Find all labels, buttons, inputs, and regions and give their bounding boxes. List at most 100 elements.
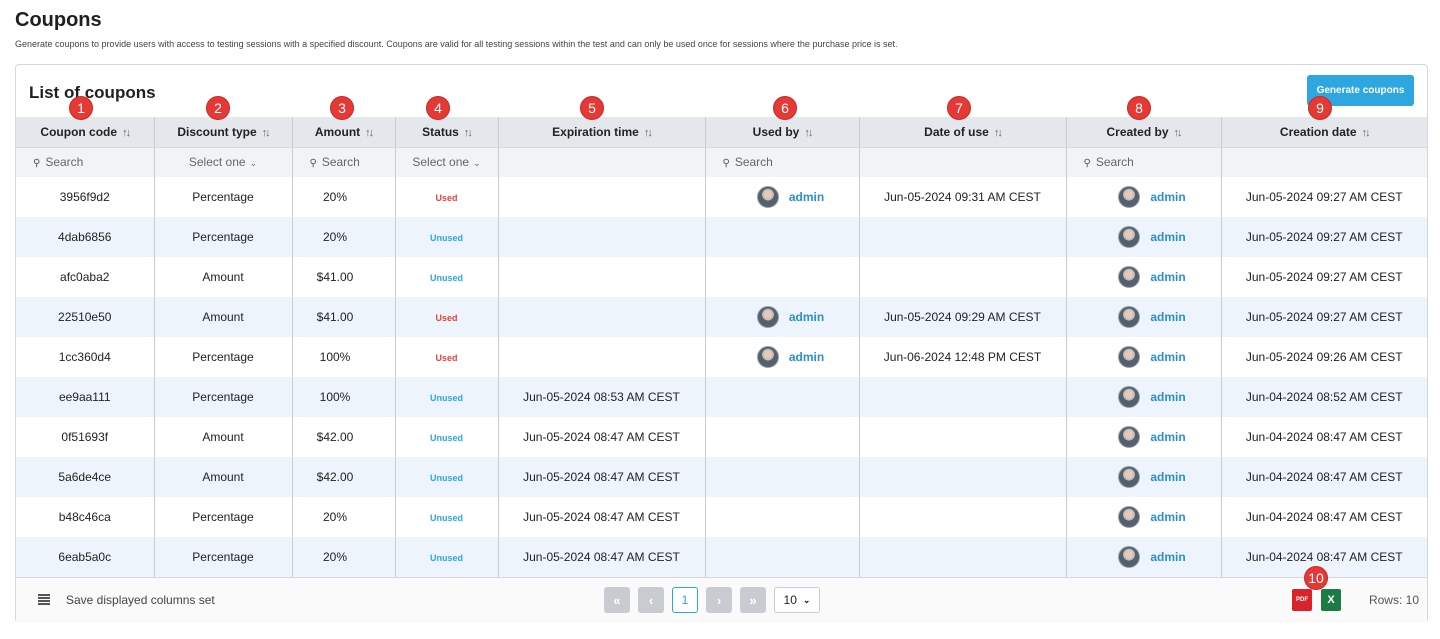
table-row[interactable]: afc0aba2 Amount $41.00 Unused admin Jun-05-20… <box>16 257 1427 297</box>
column-header-used-by[interactable]: Used by ↑↓ <box>705 117 860 148</box>
status-badge: Unused <box>429 393 463 403</box>
created-by-link[interactable]: admin <box>1150 510 1185 524</box>
sort-icon[interactable]: ↑↓ <box>804 127 813 139</box>
search-icon: ⚲ <box>309 158 317 170</box>
created-by-cell: admin <box>1066 257 1222 297</box>
creation-date-cell: Jun-04-2024 08:47 AM CEST <box>1245 510 1403 524</box>
status-cell: Unused <box>395 537 499 577</box>
coupon-code-cell: afc0aba2 <box>16 257 155 297</box>
sort-icon[interactable]: ↑↓ <box>1362 127 1371 139</box>
table-row[interactable]: 3956f9d2 Percentage 20% Used admin Jun-05-202… <box>16 177 1427 217</box>
chevron-down-icon: ⌄ <box>473 158 481 169</box>
table-row[interactable]: 4dab6856 Percentage 20% Unused admin Jun-05-2… <box>16 217 1427 257</box>
used-by-link[interactable]: admin <box>789 310 824 324</box>
marker-9: 9 <box>1308 96 1332 120</box>
sort-icon[interactable]: ↑↓ <box>122 127 131 139</box>
expiration-time-cell <box>498 217 706 257</box>
amount-search-input[interactable]: ⚲ Search <box>292 147 396 177</box>
created-by-cell: admin <box>1066 217 1222 257</box>
created-by-cell: admin <box>1066 297 1222 337</box>
avatar <box>1118 506 1141 528</box>
expiration-time-cell: Jun-05-2024 08:47 AM CEST <box>498 417 706 457</box>
used-by-link[interactable]: admin <box>789 350 824 364</box>
created-by-cell: admin <box>1066 377 1222 417</box>
filter-row: ⚲ Search Select one ⌄ ⚲ Search Select one ⌄ … <box>16 147 1427 177</box>
date-of-use-cell <box>859 457 1067 497</box>
used-by-link[interactable]: admin <box>789 190 824 204</box>
rows-count: Rows: 10 <box>1368 593 1419 607</box>
created-by-cell: admin <box>1066 457 1222 497</box>
created-by-link[interactable]: admin <box>1150 470 1185 484</box>
table-row[interactable]: 22510e50 Amount $41.00 Used admin Jun-05-2024… <box>16 297 1427 337</box>
created-by-link[interactable]: admin <box>1150 270 1185 284</box>
expiration-time-cell <box>498 177 706 217</box>
date-of-use-cell: Jun-05-2024 09:31 AM CEST <box>859 177 1067 217</box>
status-cell: Used <box>395 177 499 217</box>
created-by-link[interactable]: admin <box>1150 550 1185 564</box>
table-row[interactable]: 6eab5a0c Percentage 20% Unused Jun-05-2024 0… <box>16 537 1427 577</box>
page-size-select[interactable]: 10 ⌄ <box>774 587 820 613</box>
card-title: List of coupons <box>29 83 156 102</box>
date-of-use-cell <box>859 377 1067 417</box>
created-by-cell: admin <box>1066 177 1222 217</box>
column-header-expiration-time[interactable]: Expiration time ↑↓ <box>498 117 706 148</box>
discount-type-cell: Percentage <box>154 537 293 577</box>
coupon-code-search-input[interactable]: ⚲ Search <box>16 147 155 177</box>
column-header-amount[interactable]: Amount ↑↓ <box>292 117 396 148</box>
created-by-link[interactable]: admin <box>1150 230 1185 244</box>
next-page-button[interactable]: › <box>706 587 732 613</box>
pdf-export-icon[interactable]: PDF <box>1292 589 1312 611</box>
amount-cell: $42.00 <box>292 417 396 457</box>
expiration-filter-empty <box>498 147 706 177</box>
excel-export-icon[interactable]: X <box>1321 589 1341 611</box>
creation-date-cell: Jun-04-2024 08:52 AM CEST <box>1221 377 1427 417</box>
column-header-discount-type[interactable]: Discount type ↑↓ <box>154 117 293 148</box>
sort-icon[interactable]: ↑↓ <box>365 127 374 139</box>
menu-icon[interactable] <box>38 594 50 605</box>
column-header-status[interactable]: Status ↑↓ <box>395 117 499 148</box>
search-icon: ⚲ <box>1083 158 1091 170</box>
created-by-link[interactable]: admin <box>1150 430 1185 444</box>
page-title: Coupons <box>15 9 102 31</box>
table-row[interactable]: b48c46ca Percentage 20% Unused Jun-05-2024 0… <box>16 497 1427 537</box>
table-row[interactable]: 1cc360d4 Percentage 100% Used admin Jun-06-20… <box>16 337 1427 377</box>
table-row[interactable]: 0f51693f Amount $42.00 Unused Jun-05-2024 08… <box>16 417 1427 457</box>
status-cell: Unused <box>395 217 499 257</box>
table-row[interactable]: 5a6de4ce Amount $42.00 Unused Jun-05-2024 08… <box>16 457 1427 497</box>
sort-icon[interactable]: ↑↓ <box>262 127 271 139</box>
last-page-button[interactable]: » <box>740 587 766 613</box>
created-by-link[interactable]: admin <box>1150 390 1185 404</box>
creation-date-filter-empty <box>1221 147 1427 177</box>
column-header-date-of-use[interactable]: Date of use ↑↓ <box>859 117 1067 148</box>
column-header-coupon-code[interactable]: Coupon code ↑↓ <box>16 117 155 148</box>
save-columns-button[interactable]: Save displayed columns set <box>66 593 215 607</box>
created-by-link[interactable]: admin <box>1150 310 1185 324</box>
expiration-time-cell: Jun-05-2024 08:47 AM CEST <box>498 537 706 577</box>
table-footer: Save displayed columns set « ‹ 1 › » 10 ⌄… <box>16 577 1427 623</box>
column-header-created-by[interactable]: Created by ↑↓ <box>1066 117 1222 148</box>
sort-icon[interactable]: ↑↓ <box>1174 127 1183 139</box>
column-header-creation-date[interactable]: Creation date ↑↓ <box>1221 117 1427 148</box>
status-badge: Used <box>435 353 458 363</box>
created-by-link[interactable]: admin <box>1150 190 1185 204</box>
used-by-cell <box>705 537 860 577</box>
sort-icon[interactable]: ↑↓ <box>644 127 653 139</box>
discount-type-select[interactable]: Select one ⌄ <box>154 147 293 177</box>
sort-icon[interactable]: ↑↓ <box>464 127 473 139</box>
used-by-search-input[interactable]: ⚲ Search <box>705 147 860 177</box>
first-page-button[interactable]: « <box>604 587 630 613</box>
date-of-use-filter-empty <box>859 147 1067 177</box>
prev-page-button[interactable]: ‹ <box>638 587 664 613</box>
amount-cell: 20% <box>292 177 396 217</box>
coupon-code-cell: 4dab6856 <box>16 217 155 257</box>
avatar <box>756 306 779 328</box>
created-by-link[interactable]: admin <box>1150 350 1185 364</box>
table-row[interactable]: ee9aa111 Percentage 100% Unused Jun-05-2024 … <box>16 377 1427 417</box>
coupon-code-cell: ee9aa111 <box>16 377 155 417</box>
expiration-time-cell: Jun-05-2024 08:47 AM CEST <box>498 497 706 537</box>
status-select[interactable]: Select one ⌄ <box>395 147 499 177</box>
created-by-search-input[interactable]: ⚲ Search <box>1066 147 1222 177</box>
sort-icon[interactable]: ↑↓ <box>994 127 1003 139</box>
current-page-button[interactable]: 1 <box>672 587 698 613</box>
marker-1: 1 <box>69 96 93 120</box>
